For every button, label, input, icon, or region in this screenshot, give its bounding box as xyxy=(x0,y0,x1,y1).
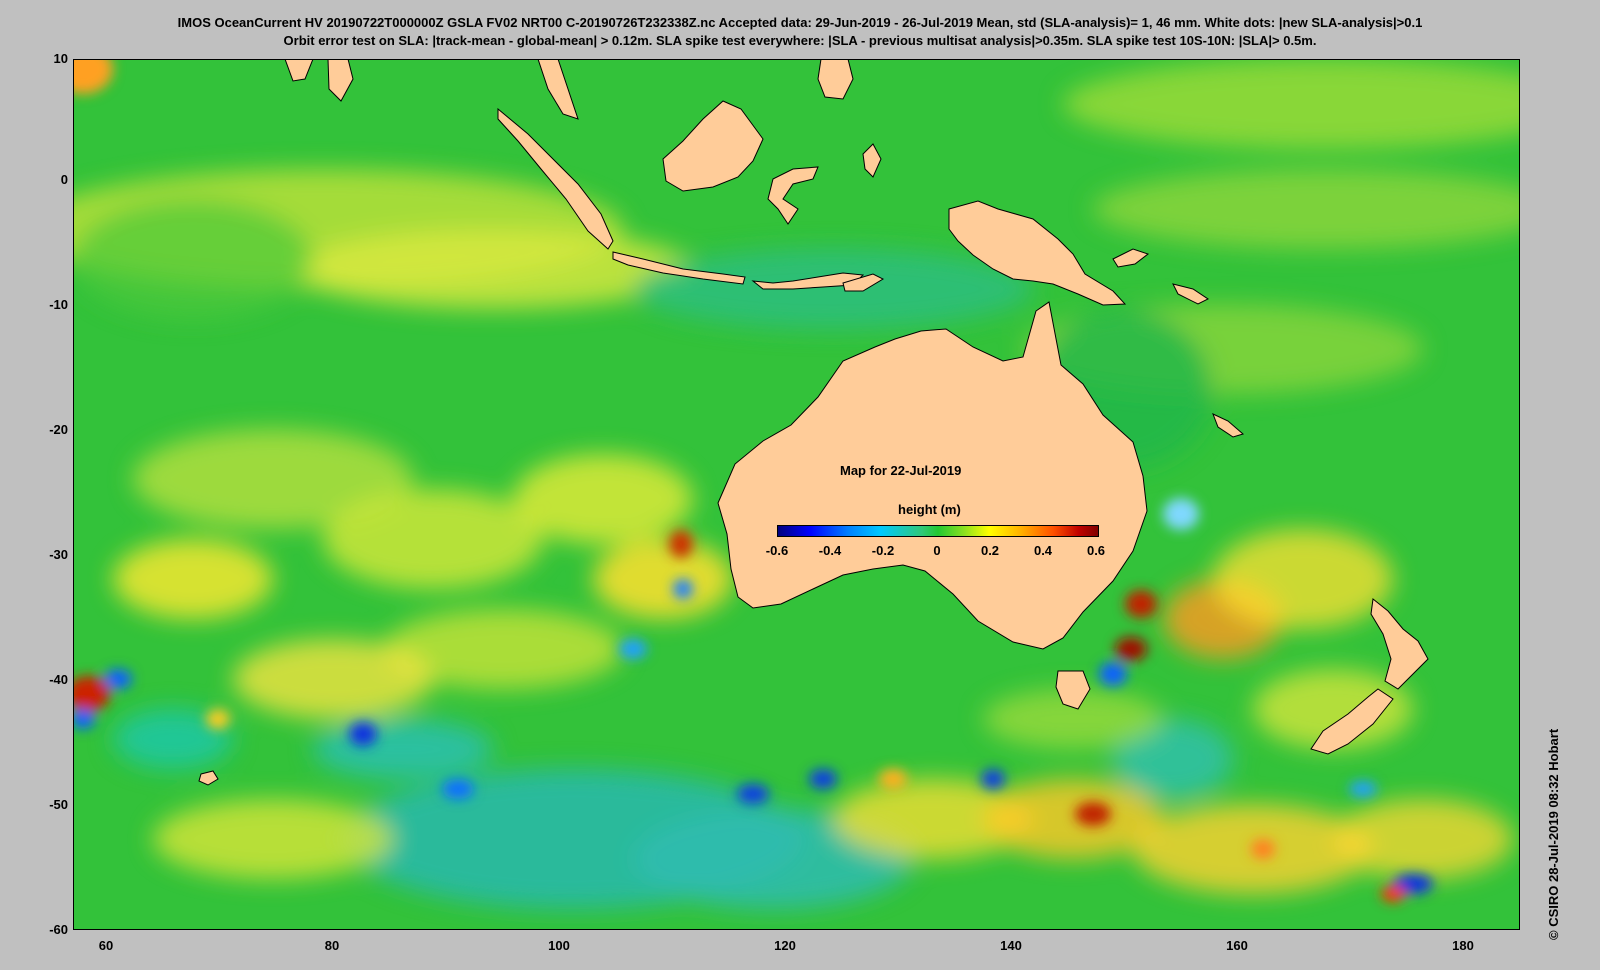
lat-tick-label: -50 xyxy=(49,797,68,812)
lon-tick-label: 140 xyxy=(1000,938,1022,953)
colorbar-tick-label: -0.2 xyxy=(871,543,895,558)
colorbar-tick-label: 0.4 xyxy=(1033,543,1053,558)
colorbar-tick-label: 0 xyxy=(933,543,941,558)
lon-tick-label: 80 xyxy=(324,938,340,953)
colorbar-tick-label: 0.2 xyxy=(980,543,1000,558)
colorbar-tick-label: -0.4 xyxy=(818,543,842,558)
colorbar xyxy=(777,525,1099,537)
copyright-credit: © CSIRO 28-Jul-2019 08:32 Hobart xyxy=(1546,728,1561,940)
lat-tick-label: -10 xyxy=(49,297,68,312)
colorbar-tick-label: 0.6 xyxy=(1086,543,1106,558)
lat-tick-label: -30 xyxy=(49,547,68,562)
lon-tick-label: 120 xyxy=(774,938,796,953)
map-title-line-2: Orbit error test on SLA: |track-mean - g… xyxy=(283,33,1317,48)
lat-tick-label: -40 xyxy=(49,672,68,687)
lon-tick-label: 160 xyxy=(1226,938,1248,953)
lat-tick-label: -20 xyxy=(49,422,68,437)
lon-tick-label: 60 xyxy=(98,938,114,953)
lon-tick-label: 100 xyxy=(548,938,570,953)
lat-tick-label: 10 xyxy=(53,51,68,66)
colorbar-title: height (m) xyxy=(898,502,961,517)
lat-tick-label: 0 xyxy=(60,172,68,187)
map-date-label: Map for 22-Jul-2019 xyxy=(840,463,962,478)
colorbar-tick-label: -0.6 xyxy=(765,543,789,558)
lat-tick-label: -60 xyxy=(49,922,68,937)
sea-level-anomaly-map xyxy=(73,59,1520,930)
lon-tick-label: 180 xyxy=(1452,938,1474,953)
map-title-line-1: IMOS OceanCurrent HV 20190722T000000Z GS… xyxy=(177,15,1423,30)
